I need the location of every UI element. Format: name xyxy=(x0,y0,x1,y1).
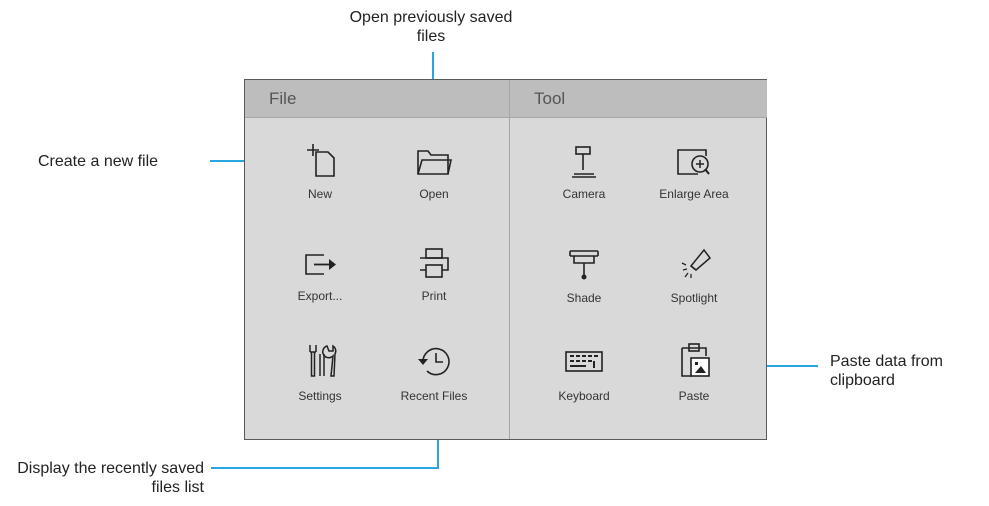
keyboard-label: Keyboard xyxy=(558,389,610,403)
tool-title: Tool xyxy=(534,89,566,108)
shade-button[interactable]: Shade xyxy=(529,246,639,326)
new-file-icon xyxy=(307,144,335,177)
open-button[interactable]: Open xyxy=(379,144,489,224)
keyboard-button[interactable]: Keyboard xyxy=(529,342,639,422)
spotlight-button[interactable]: Spotlight xyxy=(639,246,749,326)
enlarge-area-button[interactable]: Enlarge Area xyxy=(639,144,749,224)
tool-column-header: Tool xyxy=(510,80,767,118)
shade-icon xyxy=(569,250,599,280)
file-title: File xyxy=(269,89,297,108)
shade-label: Shade xyxy=(566,291,602,305)
new-label: New xyxy=(307,187,332,201)
export-label: Export... xyxy=(297,289,343,303)
tools-icon xyxy=(309,344,337,377)
paste-icon xyxy=(681,343,710,377)
callout-open: Open previously saved files xyxy=(349,9,513,45)
spotlight-label: Spotlight xyxy=(670,291,718,305)
paste-label: Paste xyxy=(678,389,710,403)
recent-files-label: Recent Files xyxy=(400,389,468,403)
printer-icon xyxy=(420,248,449,278)
callout-line-recent-h xyxy=(211,467,439,469)
new-button[interactable]: New xyxy=(265,144,375,224)
document-camera-icon xyxy=(572,146,596,178)
callout-recent: Display the recently saved files list xyxy=(17,460,204,496)
spotlight-icon xyxy=(681,248,712,278)
recent-files-button[interactable]: Recent Files xyxy=(379,342,489,422)
open-label: Open xyxy=(419,187,449,201)
menu-panel: File Tool New Open Export... Print Setti… xyxy=(244,79,767,440)
print-label: Print xyxy=(421,289,447,303)
settings-button[interactable]: Settings xyxy=(265,342,375,422)
settings-label: Settings xyxy=(298,389,342,403)
history-icon xyxy=(418,347,450,376)
enlarge-area-label: Enlarge Area xyxy=(659,187,729,201)
column-divider xyxy=(509,80,510,439)
callout-paste: Paste data from clipboard xyxy=(830,353,943,389)
magnify-icon xyxy=(677,149,710,175)
callout-new: Create a new file xyxy=(38,153,159,170)
export-button[interactable]: Export... xyxy=(265,246,375,326)
keyboard-icon xyxy=(565,351,603,372)
print-button[interactable]: Print xyxy=(379,246,489,326)
file-column-header: File xyxy=(245,80,509,118)
folder-icon xyxy=(417,150,452,175)
paste-button[interactable]: Paste xyxy=(639,342,749,422)
camera-label: Camera xyxy=(562,187,606,201)
export-icon xyxy=(305,254,336,275)
camera-button[interactable]: Camera xyxy=(529,144,639,224)
